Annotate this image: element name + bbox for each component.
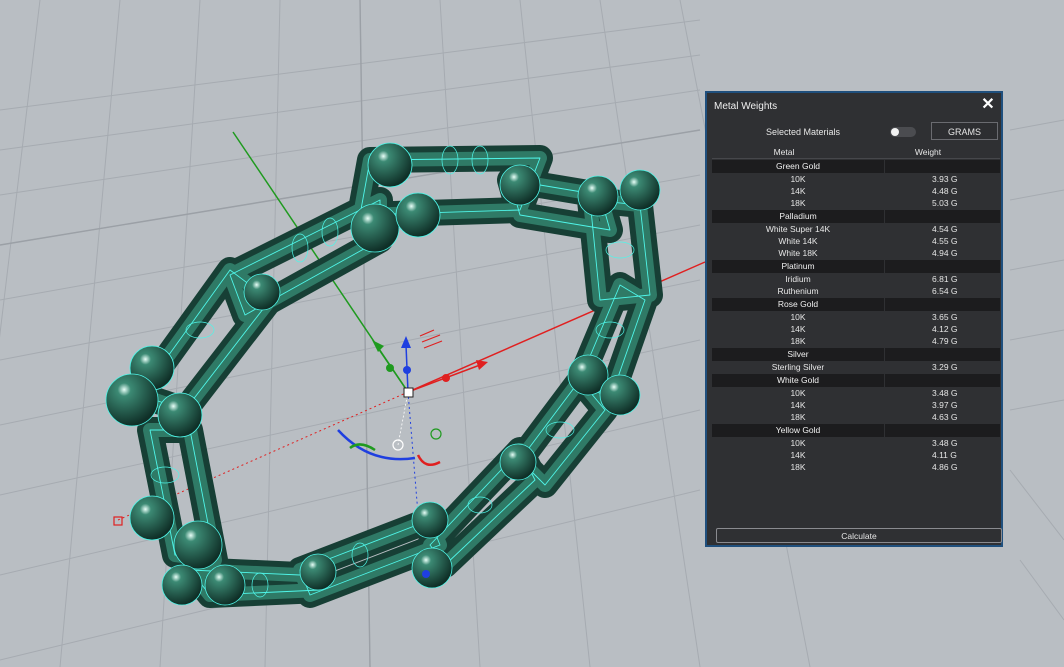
panel-title: Metal Weights (714, 101, 778, 112)
group-header-blank (885, 348, 1000, 361)
metal-name: Iridium (785, 274, 811, 284)
metal-weight: 4.86 G (932, 462, 958, 472)
metal-weight: 4.94 G (932, 248, 958, 258)
group-name: Green Gold (712, 160, 884, 173)
group-header: Silver (712, 348, 1000, 361)
table-header: Metal Weight (712, 146, 1000, 159)
table-row: White Super 14K 4.54 G (712, 223, 1000, 235)
table-row: 10K 3.48 G (712, 387, 1000, 399)
group-header-blank (885, 298, 1000, 311)
metal-weight: 4.63 G (932, 412, 958, 422)
table-row: 14K 4.48 G (712, 185, 1000, 197)
metal-name: 14K (790, 400, 806, 410)
group-name: Yellow Gold (712, 424, 884, 437)
metal-weights-panel: Metal Weights ✕ Selected Materials GRAMS… (705, 91, 1003, 547)
table-row: 10K 3.65 G (712, 311, 1000, 323)
close-button[interactable]: ✕ (980, 97, 996, 113)
metal-weight: 3.93 G (932, 174, 958, 184)
metal-weight: 3.97 G (932, 400, 958, 410)
units-button[interactable]: GRAMS (931, 122, 998, 140)
group-name: Palladium (712, 210, 884, 223)
metal-weight: 4.11 G (932, 450, 957, 460)
metal-name: 18K (790, 462, 806, 472)
table-row: 18K 5.03 G (712, 197, 1000, 209)
group-name: Platinum (712, 260, 884, 273)
group-name: Rose Gold (712, 298, 884, 311)
group-name: Silver (712, 348, 884, 361)
metal-name: 18K (790, 412, 806, 422)
table-row: Iridium 6.81 G (712, 273, 1000, 285)
table-row: 10K 3.48 G (712, 437, 1000, 449)
metal-weight: 3.29 G (932, 362, 958, 372)
metal-name: 14K (790, 450, 806, 460)
group-header: Yellow Gold (712, 424, 1000, 437)
calculate-button[interactable]: Calculate (716, 528, 1002, 543)
metal-weight: 3.65 G (932, 312, 958, 322)
table-row: 14K 3.97 G (712, 399, 1000, 411)
table-row: Ruthenium 6.54 G (712, 285, 1000, 297)
table-body: Green Gold 10K 3.93 G 14K 4.48 G 18K 5.03 G Pal… (712, 160, 1000, 473)
metal-name: 18K (790, 198, 806, 208)
metal-name: 14K (790, 324, 806, 334)
table-row: White 18K 4.94 G (712, 247, 1000, 259)
metal-weight: 3.48 G (932, 388, 958, 398)
metal-name: Ruthenium (777, 286, 819, 296)
group-header-blank (885, 210, 1000, 223)
metal-name: 10K (790, 438, 806, 448)
metal-weight: 4.55 G (932, 236, 958, 246)
metal-name: 10K (790, 388, 806, 398)
metal-name: White 18K (778, 248, 818, 258)
metal-name: White Super 14K (765, 224, 831, 234)
gizmo-center-handle[interactable] (403, 387, 414, 398)
table-row: 18K 4.86 G (712, 461, 1000, 473)
metal-weight: 6.54 G (932, 286, 958, 296)
toggle-knob (891, 128, 899, 136)
column-header-metal: Metal (773, 147, 795, 157)
group-header: Platinum (712, 260, 1000, 273)
selected-materials-label: Selected Materials (766, 127, 841, 137)
group-header: Rose Gold (712, 298, 1000, 311)
metal-weight: 4.54 G (932, 224, 958, 234)
table-row: Sterling Silver 3.29 G (712, 361, 1000, 373)
table-row: 14K 4.11 G (712, 449, 1000, 461)
chain-bracelet-model[interactable] (105, 142, 663, 608)
group-header-blank (885, 374, 1000, 387)
group-header: Palladium (712, 210, 1000, 223)
group-name: White Gold (712, 374, 884, 387)
group-header: Green Gold (712, 160, 1000, 173)
metal-name: White 14K (778, 236, 818, 246)
selected-materials-toggle[interactable] (890, 127, 916, 137)
metal-weight: 6.81 G (932, 274, 958, 284)
group-header-blank (885, 260, 1000, 273)
metal-name: 18K (790, 336, 806, 346)
group-header-blank (885, 424, 1000, 437)
table-row: 18K 4.79 G (712, 335, 1000, 347)
metal-weight: 5.03 G (932, 198, 958, 208)
metal-name: 14K (790, 186, 806, 196)
metal-weight: 4.12 G (932, 324, 958, 334)
metal-name: 10K (790, 174, 806, 184)
table-row: 10K 3.93 G (712, 173, 1000, 185)
close-icon: ✕ (981, 96, 995, 113)
column-header-weight: Weight (914, 147, 942, 157)
table-row: 14K 4.12 G (712, 323, 1000, 335)
metal-weight: 4.79 G (932, 336, 958, 346)
weights-table: Metal Weight Green Gold 10K 3.93 G 14K 4.48 … (712, 146, 1000, 473)
axis-endpoint-marker (113, 516, 123, 526)
metal-name: Sterling Silver (771, 362, 825, 372)
group-header-blank (885, 160, 1000, 173)
table-row: White 14K 4.55 G (712, 235, 1000, 247)
table-row: 18K 4.63 G (712, 411, 1000, 423)
metal-weight: 4.48 G (932, 186, 958, 196)
metal-name: 10K (790, 312, 806, 322)
group-header: White Gold (712, 374, 1000, 387)
pivot-marker (422, 570, 430, 578)
metal-weight: 3.48 G (932, 438, 958, 448)
